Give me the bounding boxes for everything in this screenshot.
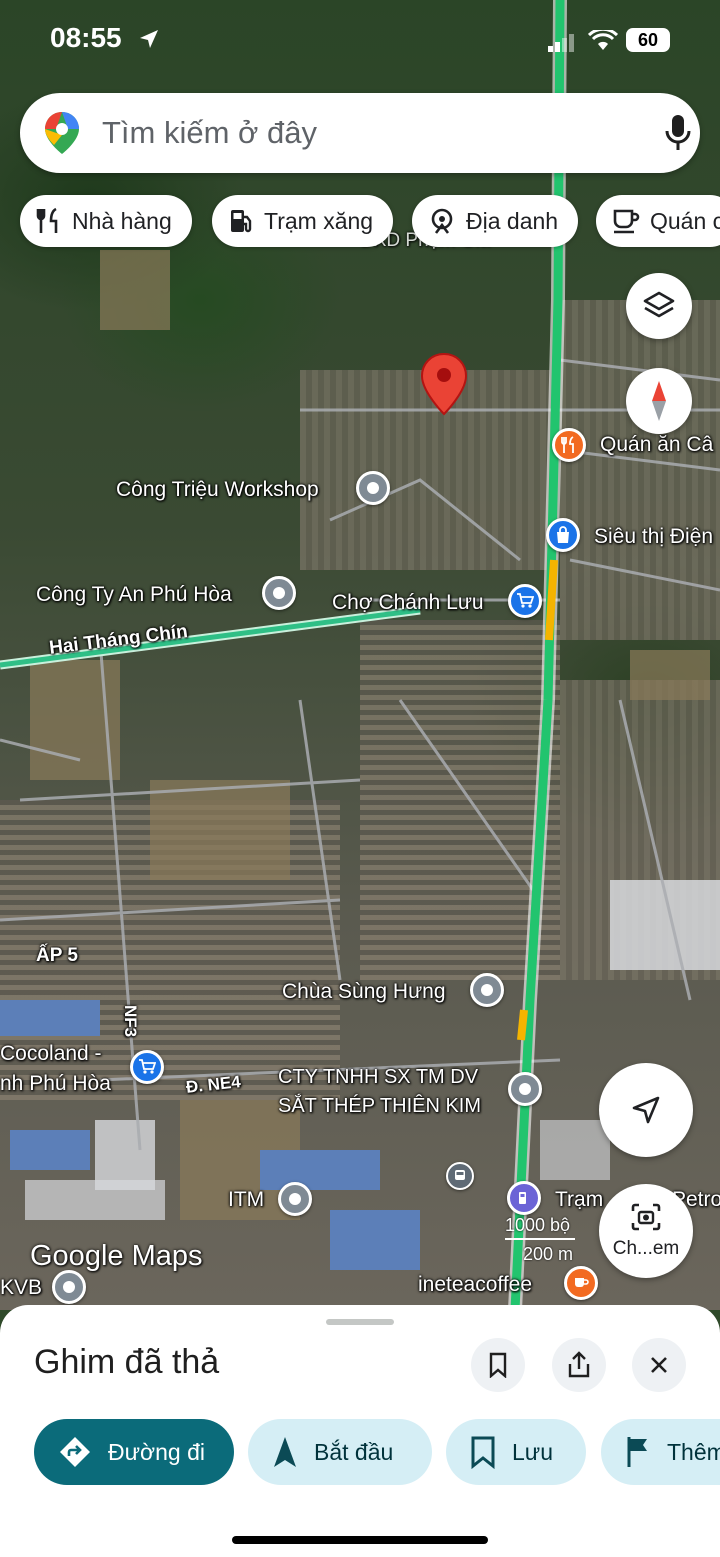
place-label-chua[interactable]: Chùa Sùng Hưng [282,980,446,1004]
share-icon [568,1351,590,1378]
place-label-ineteacoffee[interactable]: ineteacoffee [418,1273,532,1297]
map-scale-bar: 1000 bộ 200 m [505,1215,575,1265]
search-input[interactable]: Tìm kiếm ở đây [102,115,317,151]
more-button[interactable]: Thêm [601,1419,720,1485]
place-label-cocoland[interactable]: Cocoland - [0,1042,102,1066]
chip-label: Quán c [650,207,720,234]
camera-label: Ch...em [612,1238,680,1259]
more-label: Thêm [667,1438,720,1465]
temple-pin-icon[interactable] [470,973,504,1007]
share-button[interactable] [552,1338,606,1392]
coffee-pin-icon[interactable] [564,1266,598,1300]
place-label-cong-trieu[interactable]: Công Triệu Workshop [116,478,319,502]
camera-icon [631,1203,661,1231]
restaurant-pin-icon[interactable] [552,428,586,462]
navigation-arrow-icon [272,1435,298,1469]
compass-button[interactable] [626,368,692,434]
save-button[interactable]: Lưu [446,1419,586,1485]
bus-stop-icon[interactable] [446,1162,474,1190]
google-maps-watermark: Google Maps [30,1240,203,1272]
scale-imperial: 1000 bộ [505,1215,575,1240]
place-label-itm[interactable]: ITM [228,1188,264,1212]
layers-button[interactable] [626,273,692,339]
landmark-icon [428,207,456,235]
home-indicator[interactable] [232,1536,488,1544]
scale-metric: 200 m [523,1244,574,1264]
market-cart-pin-icon[interactable] [508,584,542,618]
place-pin-icon[interactable] [278,1182,312,1216]
shopping-pin-icon[interactable] [546,518,580,552]
place-label-sieu-thi[interactable]: Siêu thị Điện [594,525,713,549]
road-label-nf3: NF3 [121,1005,140,1038]
chip-label: Trạm xăng [264,207,374,234]
dropped-pin-marker[interactable] [420,352,468,416]
battery-indicator: 60 [626,28,670,52]
chip-label: Nhà hàng [72,207,172,234]
place-label-cocoland-2[interactable]: nh Phú Hòa [0,1072,111,1096]
place-label-thien-kim[interactable]: CTY TNHH SX TM DV [278,1066,478,1089]
bottom-sheet[interactable]: Ghim đã thả Đường đi Bắt đầu Lưu Thêm [0,1305,720,1557]
shopping-cart-pin-icon[interactable] [130,1050,164,1084]
my-location-button[interactable] [599,1063,693,1157]
directions-icon [58,1435,92,1469]
place-label-kvb[interactable]: KVB [0,1276,42,1300]
chip-gas-stations[interactable]: Trạm xăng [212,195,394,247]
place-pin-icon[interactable] [262,576,296,610]
drag-handle[interactable] [326,1319,394,1325]
camera-search-button[interactable]: Ch...em [599,1184,693,1278]
road-label-ap5: ẤP 5 [36,945,78,966]
chip-label: Địa danh [466,207,559,234]
signal-icon [548,34,574,52]
place-label-cho-chanh-luu[interactable]: Chợ Chánh Lưu [332,591,484,615]
place-pin-icon[interactable] [508,1072,542,1106]
layers-icon [643,291,675,318]
navigation-arrow-icon [632,1096,660,1124]
bookmark-icon [470,1435,496,1469]
google-maps-pin-logo-icon [45,112,79,154]
start-button[interactable]: Bắt đầu [248,1419,432,1485]
start-label: Bắt đầu [314,1438,394,1465]
bookmark-icon [489,1352,507,1378]
fork-knife-icon [36,207,62,235]
place-label-quan-an[interactable]: Quán ăn Câ [600,433,713,457]
gas-station-icon [228,207,254,235]
save-label: Lưu [512,1438,553,1465]
microphone-icon[interactable] [664,113,692,153]
compass-icon [652,381,666,421]
coffee-icon [612,208,640,234]
flag-icon [625,1435,651,1469]
close-button[interactable] [632,1338,686,1392]
directions-label: Đường đi [108,1438,205,1465]
chip-landmarks[interactable]: Địa danh [412,195,579,247]
status-time: 08:55 [50,22,122,53]
chip-restaurants[interactable]: Nhà hàng [20,195,192,247]
gas-station-pin-icon[interactable] [507,1181,541,1215]
place-pin-icon[interactable] [52,1270,86,1304]
location-arrow-icon [140,30,158,48]
close-icon [651,1357,667,1373]
save-icon-button[interactable] [471,1338,525,1392]
wifi-icon [588,30,618,50]
sheet-title: Ghim đã thả [34,1343,220,1381]
search-bar[interactable]: Tìm kiếm ở đây [20,93,700,173]
directions-button[interactable]: Đường đi [34,1419,234,1485]
place-label-thien-kim-2[interactable]: SẮT THÉP THIÊN KIM [278,1095,481,1118]
place-pin-icon[interactable] [356,471,390,505]
place-label-tram[interactable]: Trạm [555,1188,603,1212]
status-bar: 08:55 60 [0,0,720,80]
chip-coffee[interactable]: Quán c [596,195,720,247]
place-label-an-phu-hoa[interactable]: Công Ty An Phú Hòa [36,583,232,607]
